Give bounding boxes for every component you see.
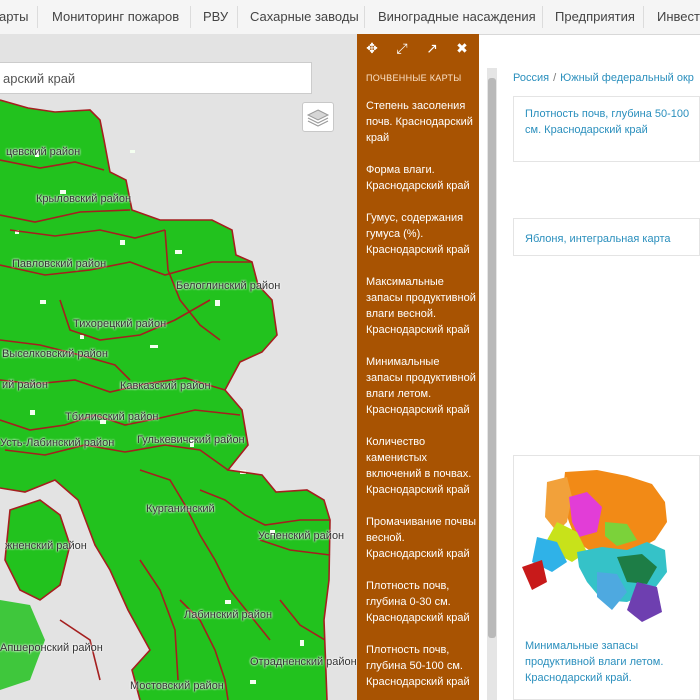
map-label-labinsky: Лабинский район [184,609,273,621]
nav-item-maps[interactable]: арты [0,9,28,24]
nav-item-enterprises[interactable]: Предприятия [555,9,635,24]
external-link-icon[interactable]: ↗ [422,38,442,58]
map-view[interactable]: цевский район Крыловский район Павловски… [0,34,357,700]
map-search-input[interactable]: арский край [0,62,312,94]
soil-map-canvas [0,99,331,700]
soil-map-item[interactable]: Плотность почв, глубина 0-30 см. Краснод… [366,578,478,626]
card-title[interactable]: Минимальные запасы продуктивной влаги ле… [525,638,697,686]
soil-map-list: Степень засоления почв. Краснодарский кр… [366,98,478,700]
map-label-kurganinsky: Курганинский [146,503,215,515]
map-label-belorechensky: жненский район [5,540,87,552]
close-icon[interactable]: ✖ [452,38,472,58]
card-title[interactable]: Плотность почв, глубина 50-100 см. Красн… [525,106,690,138]
map-label-apsheronsky: Апшеронский район [0,642,103,654]
map-label-mostovsky: Мостовский район [130,680,224,692]
soil-map-item[interactable]: Промачивание почвы весной. Краснодарский… [366,514,478,562]
breadcrumb-southern-district[interactable]: Южный федеральный окр [560,72,694,84]
map-label-shcherbinovsky: цевский район [6,146,81,158]
layers-button[interactable] [302,102,334,132]
map-label-beloglinsky: Белоглинский район [176,280,281,292]
nav-divider [643,6,644,28]
top-navigation: арты Мониторинг пожаров РВУ Сахарные зав… [0,0,700,35]
soil-map-item[interactable]: Количество каменистых включений в почвах… [366,434,478,498]
map-label-pavlovsky: Павловский район [12,258,107,270]
soil-map-item[interactable]: Минимальные запасы продуктивной влаги ле… [366,354,478,418]
soil-map-item[interactable]: Гумус, содержания гумуса (%). Краснодарс… [366,210,478,258]
map-label-district: ий район [2,379,48,391]
nav-divider [190,6,191,28]
map-label-krylovsky: Крыловский район [36,193,132,205]
map-label-vyselkovsky: Выселковский район [2,348,108,360]
map-label-gulkevichsky: Гулькевичский район [137,434,245,446]
map-label-kavkazsky: Кавказский район [120,380,211,392]
nav-divider [364,6,365,28]
map-card[interactable]: Яблоня, интегральная карта [513,218,700,256]
nav-divider [542,6,543,28]
nav-item-vineyards[interactable]: Виноградные насаждения [378,9,536,24]
fullscreen-icon[interactable]: ⤢ [392,38,412,58]
map-label-uspensky: Успенский район [258,530,345,542]
card-title[interactable]: Яблоня, интегральная карта [525,231,697,247]
card-thumbnail-map [522,470,667,622]
soil-maps-panel: ✥ ⤢ ↗ ✖ ПОЧВЕННЫЕ КАРТЫ Степень засолени… [357,34,479,700]
nav-item-sugar-plants[interactable]: Сахарные заводы [250,9,359,24]
panel-scrollbar-thumb[interactable] [488,78,496,638]
nav-item-invest[interactable]: Инвест [657,9,700,24]
layers-icon [306,109,330,127]
map-card[interactable]: Плотность почв, глубина 50-100 см. Красн… [513,96,700,162]
map-label-ust-labinsky: Усть-Лабинский район [0,437,115,449]
move-icon[interactable]: ✥ [362,38,382,58]
breadcrumb-russia[interactable]: Россия [513,72,549,84]
nav-item-fire-monitoring[interactable]: Мониторинг пожаров [52,9,179,24]
map-label-tikhoretsky: Тихорецкий район [73,318,167,330]
soil-map-item[interactable]: Форма влаги. Краснодарский край [366,162,478,194]
nav-divider [237,6,238,28]
soil-map-item[interactable]: Максимальные запасы продуктивной влаги в… [366,274,478,338]
breadcrumb-separator: / [553,72,557,84]
map-label-otradnensky: Отрадненский район [250,656,357,668]
nav-divider [37,6,38,28]
panel-heading: ПОЧВЕННЫЕ КАРТЫ [366,73,462,83]
map-label-tbilissky: Тбилисский район [65,411,159,423]
soil-map-item[interactable]: Степень засоления почв. Краснодарский кр… [366,98,478,146]
breadcrumb: Россия / Южный федеральный окр [513,72,694,84]
soil-map-item[interactable]: Плотность почв, глубина 50-100 см. Красн… [366,642,478,690]
panel-toolbar: ✥ ⤢ ↗ ✖ [357,34,479,62]
map-card[interactable]: Минимальные запасы продуктивной влаги ле… [513,455,700,700]
nav-item-rvu[interactable]: РВУ [203,9,228,24]
